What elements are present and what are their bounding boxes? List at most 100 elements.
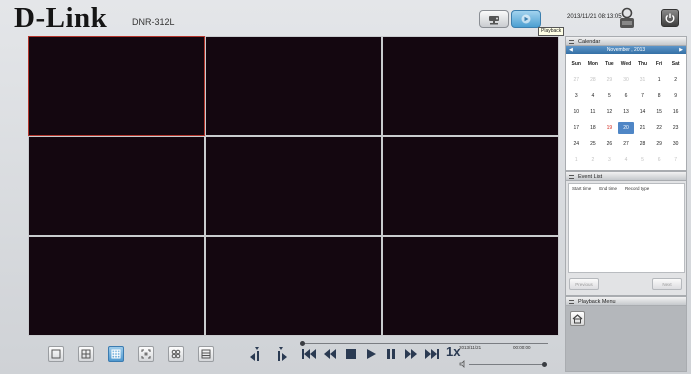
- calendar-month-label: November , 2013: [606, 47, 646, 53]
- custom-layout-button[interactable]: [198, 346, 214, 362]
- calendar-day[interactable]: 6: [651, 157, 668, 163]
- calendar-day[interactable]: 7: [634, 93, 651, 99]
- fast-forward-button[interactable]: [402, 344, 420, 364]
- video-channel-2[interactable]: [205, 36, 382, 136]
- live-view-button[interactable]: [479, 10, 509, 28]
- snapshot-button[interactable]: [570, 311, 585, 326]
- calendar-day[interactable]: 31: [634, 77, 651, 83]
- calendar-day[interactable]: 5: [601, 93, 618, 99]
- calendar-day[interactable]: 2: [585, 157, 602, 163]
- video-channel-8[interactable]: [205, 236, 382, 336]
- calendar-day[interactable]: 15: [651, 109, 668, 115]
- calendar-day[interactable]: 4: [585, 93, 602, 99]
- rewind-icon: [324, 349, 336, 359]
- video-channel-5[interactable]: [205, 136, 382, 236]
- layout-4-button[interactable]: [78, 346, 94, 362]
- calendar-day[interactable]: 27: [618, 141, 635, 147]
- calendar-day[interactable]: 18: [585, 125, 602, 131]
- fullscreen-button[interactable]: [138, 346, 154, 362]
- user-button[interactable]: [617, 7, 637, 29]
- calendar-week-row: 10 11 12 13 14 15 16: [568, 104, 684, 120]
- sequence-button[interactable]: [168, 346, 184, 362]
- dlink-logo: D-Link: [14, 2, 108, 34]
- layout-quad-icon: [81, 349, 91, 359]
- calendar-day[interactable]: 5: [634, 157, 651, 163]
- frame-forward-button[interactable]: [273, 344, 291, 364]
- calendar-day[interactable]: 1: [568, 157, 585, 163]
- calendar-day[interactable]: 26: [601, 141, 618, 147]
- calendar-day[interactable]: 4: [618, 157, 635, 163]
- calendar-day[interactable]: 13: [618, 109, 635, 115]
- calendar-day[interactable]: 22: [651, 125, 668, 131]
- calendar-day[interactable]: 14: [634, 109, 651, 115]
- calendar-weekday-row: Sun Mon Tue Wed Thu Fri Sat: [568, 56, 684, 72]
- layout-9-button[interactable]: [108, 346, 124, 362]
- header-bar: D-Link DNR-312L Playback 2013/11/21 08:1…: [0, 0, 691, 36]
- calendar-week-row: 17 18 19 20 21 22 23: [568, 120, 684, 136]
- calendar-day[interactable]: 27: [568, 77, 585, 83]
- next-month-arrow-icon[interactable]: ▶: [679, 46, 683, 54]
- fullscreen-icon: [141, 349, 151, 359]
- video-channel-7[interactable]: [28, 236, 205, 336]
- calendar-day[interactable]: 11: [585, 109, 602, 115]
- calendar-day-highlight[interactable]: 19: [601, 125, 618, 131]
- timeline-handle[interactable]: [300, 341, 305, 346]
- play-button[interactable]: [362, 344, 380, 364]
- previous-button[interactable]: Previous: [569, 278, 599, 290]
- calendar-day[interactable]: 17: [568, 125, 585, 131]
- skip-previous-button[interactable]: [300, 344, 318, 364]
- calendar-day[interactable]: 29: [651, 141, 668, 147]
- skip-next-button[interactable]: [423, 344, 441, 364]
- calendar-day[interactable]: 28: [634, 141, 651, 147]
- calendar-day[interactable]: 25: [585, 141, 602, 147]
- camera-icon: [489, 16, 499, 25]
- calendar-day[interactable]: 12: [601, 109, 618, 115]
- calendar-day[interactable]: 21: [634, 125, 651, 131]
- calendar-day[interactable]: 10: [568, 109, 585, 115]
- video-channel-4[interactable]: [28, 136, 205, 236]
- side-panel: Calendar ◀ November , 2013 ▶ Sun Mon Tue…: [565, 36, 687, 372]
- rewind-button[interactable]: [321, 344, 339, 364]
- video-channel-9[interactable]: [382, 236, 559, 336]
- calendar-day[interactable]: 23: [667, 125, 684, 131]
- event-table-header: Start time End time Record type: [569, 184, 684, 193]
- next-button[interactable]: Next: [652, 278, 682, 290]
- calendar-month-bar: ◀ November , 2013 ▶: [566, 46, 686, 54]
- playback-menu-title: Playback Menu: [578, 299, 616, 305]
- calendar-day[interactable]: 29: [601, 77, 618, 83]
- calendar-day[interactable]: 7: [667, 157, 684, 163]
- layout-1-button[interactable]: [48, 346, 64, 362]
- calendar-day[interactable]: 3: [601, 157, 618, 163]
- volume-track[interactable]: [469, 364, 544, 365]
- weekday-label: Sat: [671, 61, 680, 67]
- calendar-day[interactable]: 3: [568, 93, 585, 99]
- event-list-header[interactable]: Event List: [565, 171, 687, 181]
- event-table: Start time End time Record type: [568, 183, 685, 273]
- timeline-track[interactable]: [302, 343, 548, 344]
- calendar-day[interactable]: 28: [585, 77, 602, 83]
- pause-icon: [387, 349, 395, 359]
- calendar-day[interactable]: 24: [568, 141, 585, 147]
- stop-button[interactable]: [342, 344, 360, 364]
- pause-button[interactable]: [382, 344, 400, 364]
- playback-menu-header[interactable]: Playback Menu: [565, 296, 687, 306]
- calendar-day[interactable]: 2: [667, 77, 684, 83]
- system-datetime: 2013/11/21 08:13:05: [567, 14, 622, 20]
- prev-month-arrow-icon[interactable]: ◀: [569, 46, 573, 54]
- frame-back-button[interactable]: [247, 344, 265, 364]
- volume-handle[interactable]: [542, 362, 547, 367]
- playback-button[interactable]: [511, 10, 541, 28]
- calendar-day[interactable]: 6: [618, 93, 635, 99]
- calendar-day[interactable]: 8: [651, 93, 668, 99]
- calendar-day[interactable]: 1: [651, 77, 668, 83]
- calendar-day[interactable]: 30: [618, 77, 635, 83]
- video-channel-3[interactable]: [382, 36, 559, 136]
- video-channel-1[interactable]: [28, 36, 205, 136]
- calendar-day-selected[interactable]: 20: [617, 122, 635, 134]
- calendar-day[interactable]: 30: [667, 141, 684, 147]
- calendar-day[interactable]: 9: [667, 93, 684, 99]
- video-channel-6[interactable]: [382, 136, 559, 236]
- calendar-header[interactable]: Calendar: [565, 36, 687, 46]
- logout-button[interactable]: [661, 9, 679, 27]
- calendar-day[interactable]: 16: [667, 109, 684, 115]
